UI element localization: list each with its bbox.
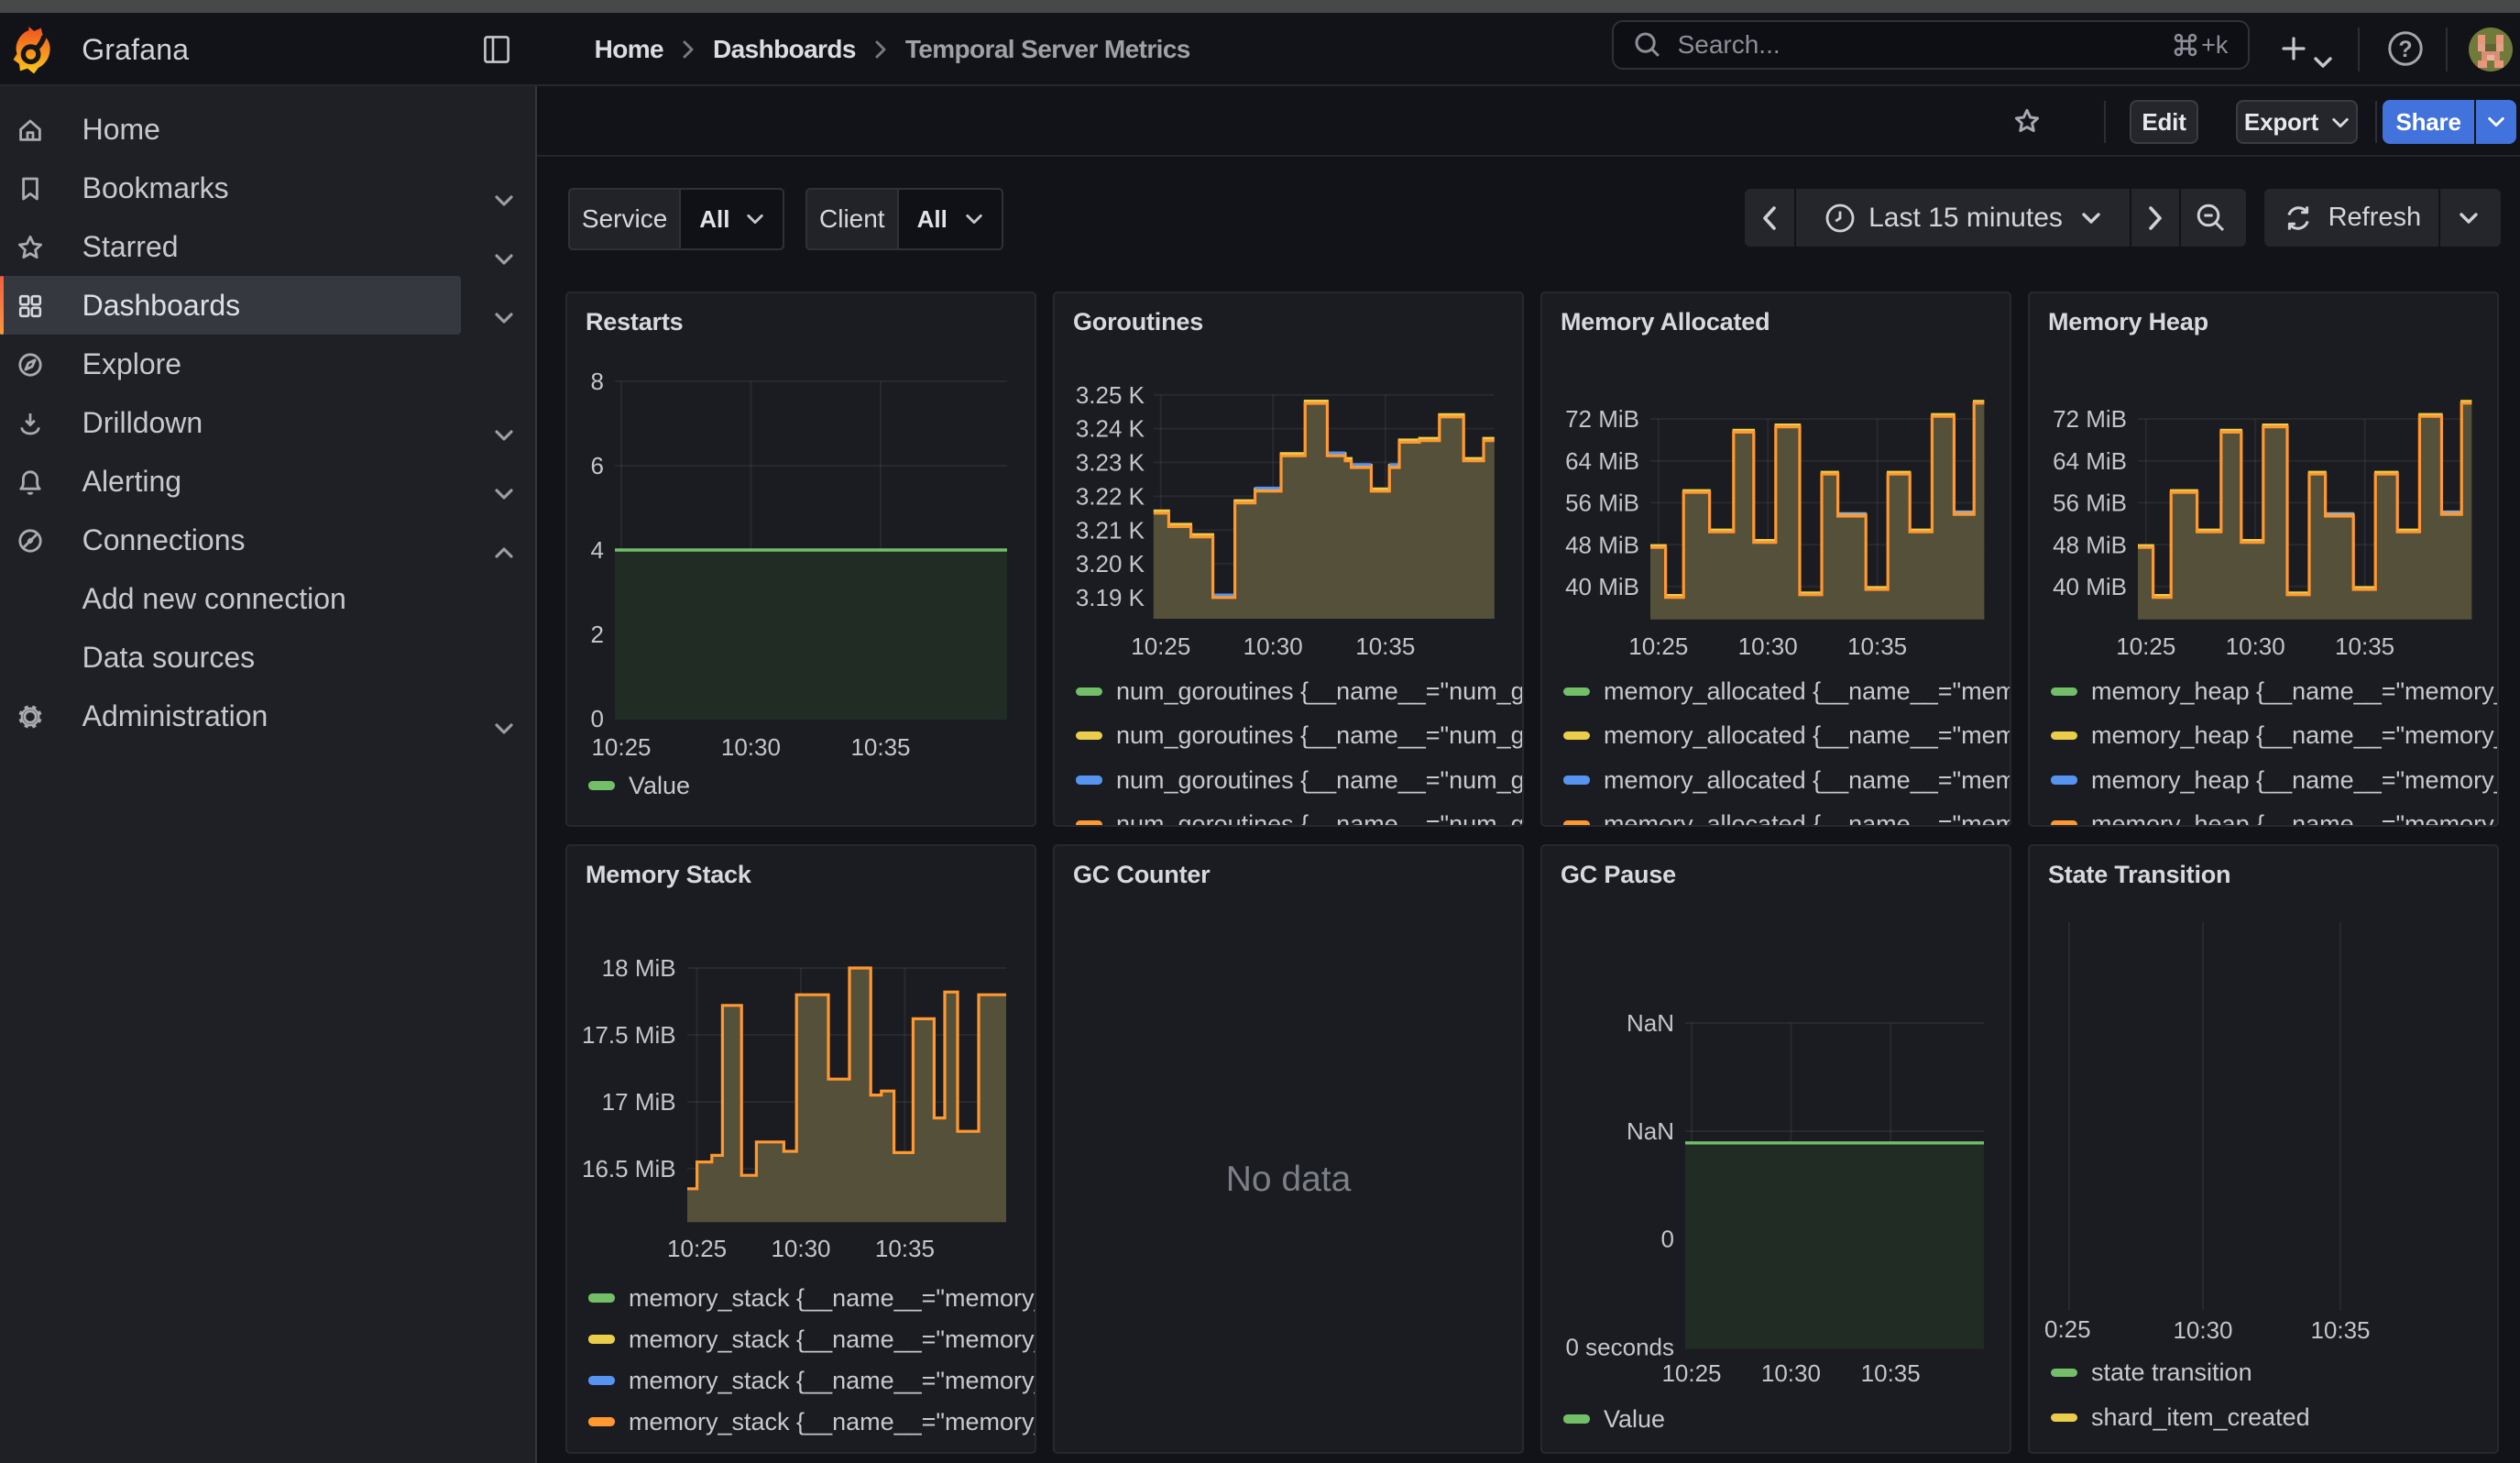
svg-text:0: 0 (591, 705, 604, 732)
svg-text:10:35: 10:35 (2310, 1316, 2370, 1344)
svg-text:3.22 K: 3.22 K (1076, 483, 1145, 511)
svg-text:10:25: 10:25 (667, 1235, 727, 1262)
svg-text:10:35: 10:35 (850, 733, 910, 761)
svg-text:72 MiB: 72 MiB (1565, 405, 1639, 433)
svg-text:10:35: 10:35 (1861, 1359, 1921, 1387)
svg-text:17 MiB: 17 MiB (602, 1088, 676, 1116)
svg-text:10:25: 10:25 (1628, 632, 1688, 660)
svg-text:10:30: 10:30 (1761, 1359, 1821, 1387)
svg-text:4: 4 (591, 536, 604, 564)
svg-text:10:30: 10:30 (2226, 632, 2285, 660)
svg-text:10:35: 10:35 (875, 1235, 935, 1262)
svg-text:48 MiB: 48 MiB (1565, 531, 1639, 558)
svg-text:18 MiB: 18 MiB (602, 954, 676, 982)
svg-text:3.21 K: 3.21 K (1076, 516, 1145, 544)
svg-text:10:35: 10:35 (1847, 632, 1907, 660)
svg-text:6: 6 (591, 452, 604, 479)
svg-text:?: ? (2398, 37, 2412, 62)
svg-text:10:30: 10:30 (1738, 632, 1798, 660)
svg-text:10:35: 10:35 (2335, 632, 2394, 660)
svg-text:17.5 MiB: 17.5 MiB (582, 1021, 676, 1049)
svg-text:NaN: NaN (1627, 1009, 1674, 1037)
svg-text:10:25: 10:25 (1131, 632, 1190, 660)
svg-text:48 MiB: 48 MiB (2053, 531, 2127, 558)
svg-text:2: 2 (591, 621, 604, 648)
svg-text:16.5 MiB: 16.5 MiB (582, 1155, 676, 1182)
svg-text:10:25: 10:25 (2116, 632, 2175, 660)
svg-text:10:35: 10:35 (1355, 632, 1415, 660)
svg-text:64 MiB: 64 MiB (1565, 447, 1639, 475)
svg-text:10:30: 10:30 (721, 733, 781, 761)
svg-text:0 seconds: 0 seconds (1565, 1334, 1674, 1361)
svg-text:56 MiB: 56 MiB (2053, 490, 2127, 517)
svg-text:40 MiB: 40 MiB (1565, 573, 1639, 600)
svg-text:3.25 K: 3.25 K (1076, 381, 1145, 409)
svg-text:8: 8 (591, 368, 604, 395)
svg-text:72 MiB: 72 MiB (2053, 405, 2127, 433)
svg-text:40 MiB: 40 MiB (2053, 573, 2127, 600)
svg-text:3.23 K: 3.23 K (1076, 449, 1145, 477)
svg-text:3.24 K: 3.24 K (1076, 415, 1145, 443)
svg-text:3.19 K: 3.19 K (1076, 584, 1145, 611)
svg-text:10:25: 10:25 (1661, 1359, 1721, 1387)
svg-text:10:30: 10:30 (2173, 1316, 2232, 1344)
svg-text:3.20 K: 3.20 K (1076, 550, 1145, 578)
svg-text:0:25: 0:25 (2044, 1315, 2091, 1343)
svg-text:10:30: 10:30 (1244, 632, 1303, 660)
svg-text:56 MiB: 56 MiB (1565, 490, 1639, 517)
svg-text:0: 0 (1661, 1226, 1674, 1253)
svg-text:64 MiB: 64 MiB (2053, 447, 2127, 475)
svg-text:NaN: NaN (1627, 1117, 1674, 1145)
svg-text:10:25: 10:25 (591, 733, 651, 761)
svg-text:10:30: 10:30 (771, 1235, 830, 1262)
